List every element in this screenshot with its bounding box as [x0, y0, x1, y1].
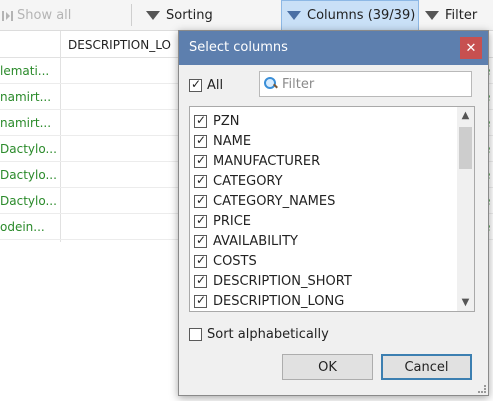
show-all-button[interactable]: Show all	[2, 0, 71, 31]
all-checkbox[interactable]	[189, 77, 202, 92]
list-item[interactable]: NAME	[190, 131, 458, 151]
scrollbar-thumb[interactable]	[459, 127, 472, 169]
close-icon: ✕	[465, 40, 477, 56]
columns-button[interactable]: Columns (39/39)	[281, 0, 419, 31]
all-checkbox-row[interactable]: All	[189, 77, 224, 93]
sort-alphabetically-row[interactable]: Sort alphabetically	[189, 327, 329, 342]
toolbar-divider	[131, 4, 132, 26]
column-checkbox[interactable]	[194, 273, 207, 288]
filter-funnel-icon	[425, 11, 439, 20]
column-header-description-long[interactable]: DESCRIPTION_LO	[68, 38, 171, 52]
columns-list-items: PZN NAME MANUFACTURER CATEGORY CATEGORY_NAME…	[190, 111, 458, 312]
filter-input[interactable]	[282, 76, 462, 92]
columns-list[interactable]: PZN NAME MANUFACTURER CATEGORY CATEGORY_NAME…	[189, 106, 475, 312]
columns-funnel-icon	[287, 11, 301, 20]
table-cell: namirt...	[0, 116, 52, 130]
list-item[interactable]: COSTS	[190, 251, 458, 271]
search-icon	[264, 77, 278, 91]
scroll-up-arrow-icon[interactable]: ▲	[457, 107, 474, 124]
scroll-down-arrow-icon[interactable]: ▼	[457, 294, 474, 311]
toolbar: Show all Sorting Columns (39/39) Filter	[0, 0, 493, 31]
list-item[interactable]: DESCRIPTION_SHORT	[190, 271, 458, 291]
list-item[interactable]: PRICE	[190, 211, 458, 231]
column-label: MANUFACTURER	[213, 153, 321, 169]
table-cell: Dactylo...	[0, 194, 57, 208]
sorting-funnel-icon	[146, 11, 160, 20]
table-cell: Dactylo...	[0, 168, 57, 182]
column-checkbox[interactable]	[194, 193, 207, 208]
show-all-icon	[2, 10, 13, 21]
resize-grip-icon[interactable]	[478, 385, 486, 393]
column-checkbox[interactable]	[194, 133, 207, 148]
list-item[interactable]: CHILD_PZN	[190, 311, 458, 312]
list-item[interactable]: DESCRIPTION_LONG	[190, 291, 458, 311]
column-label: CATEGORY	[213, 173, 283, 189]
dialog-title-bar[interactable]: Select columns ✕	[179, 31, 488, 65]
filter-field[interactable]	[259, 71, 472, 97]
table-cell: namirt...	[0, 90, 52, 104]
list-scrollbar[interactable]: ▲ ▼	[457, 107, 474, 311]
column-checkbox[interactable]	[194, 253, 207, 268]
select-columns-dialog: Select columns ✕ All PZN NAME MANUFACTURER…	[178, 30, 489, 396]
column-label: COSTS	[213, 253, 257, 269]
column-label: CATEGORY_NAMES	[213, 193, 336, 209]
cancel-button[interactable]: Cancel	[381, 354, 472, 380]
columns-label: Columns (39/39)	[307, 8, 416, 23]
sorting-button[interactable]: Sorting	[146, 0, 213, 31]
table-cell: odein...	[0, 220, 45, 234]
close-button[interactable]: ✕	[460, 37, 482, 59]
column-checkbox[interactable]	[194, 213, 207, 228]
list-item[interactable]: MANUFACTURER	[190, 151, 458, 171]
list-item[interactable]: PZN	[190, 111, 458, 131]
column-label: NAME	[213, 133, 252, 149]
sort-alphabetically-checkbox[interactable]	[189, 328, 202, 341]
column-label: DESCRIPTION_LONG	[213, 293, 345, 309]
sorting-label: Sorting	[166, 8, 213, 23]
column-checkbox[interactable]	[194, 153, 207, 168]
list-item[interactable]: CATEGORY	[190, 171, 458, 191]
table-cell: lemati...	[0, 64, 50, 78]
table-cell: Dactylo...	[0, 142, 57, 156]
all-label: All	[207, 78, 224, 93]
show-all-label: Show all	[17, 8, 72, 23]
list-item[interactable]: CATEGORY_NAMES	[190, 191, 458, 211]
column-checkbox[interactable]	[194, 173, 207, 188]
column-checkbox[interactable]	[194, 113, 207, 128]
column-label: PRICE	[213, 213, 251, 229]
column-label: AVAILABILITY	[213, 233, 298, 249]
column-label: PZN	[213, 113, 240, 129]
dialog-title: Select columns	[189, 40, 288, 55]
column-label: DESCRIPTION_SHORT	[213, 273, 352, 289]
filter-button[interactable]: Filter	[425, 0, 477, 31]
list-item[interactable]: AVAILABILITY	[190, 231, 458, 251]
sort-alphabetically-label: Sort alphabetically	[207, 327, 329, 342]
filter-label: Filter	[445, 8, 478, 23]
column-checkbox[interactable]	[194, 233, 207, 248]
column-checkbox[interactable]	[194, 293, 207, 308]
ok-button[interactable]: OK	[282, 354, 373, 380]
